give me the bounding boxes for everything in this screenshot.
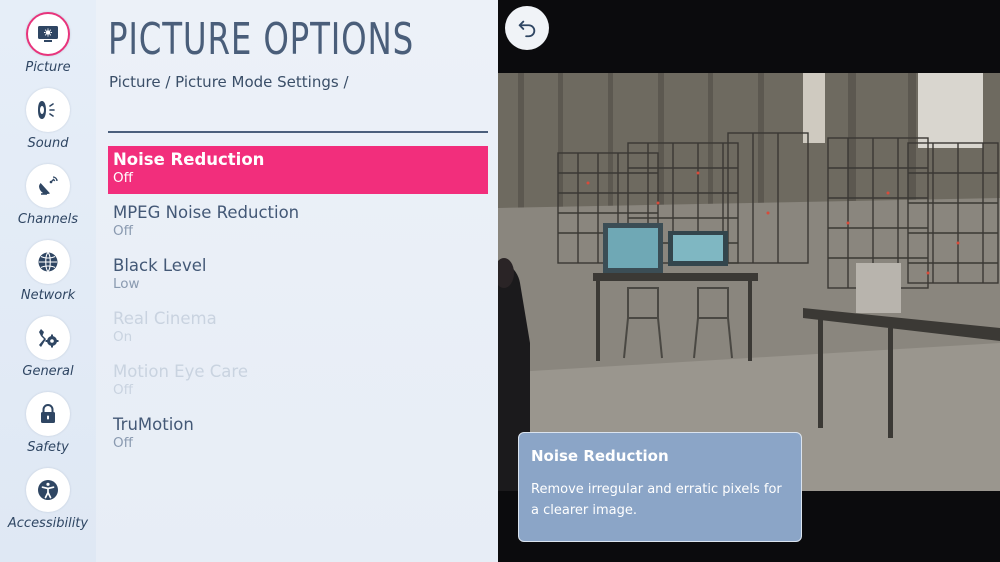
- nav-item-accessibility[interactable]: Accessibility: [0, 468, 96, 531]
- lock-icon: [26, 392, 70, 436]
- option-label: MPEG Noise Reduction: [113, 203, 300, 222]
- settings-nav: Picture Sound Channels Network General S…: [0, 0, 96, 562]
- nav-item-picture[interactable]: Picture: [0, 12, 96, 75]
- accessibility-icon: [26, 468, 70, 512]
- option-value: Off: [113, 223, 133, 239]
- option-label: TruMotion: [113, 415, 194, 434]
- tooltip-body: Remove irregular and erratic pixels for …: [531, 482, 782, 518]
- nav-label-sound: Sound: [27, 136, 69, 151]
- page-title: PICTURE OPTIONS: [108, 14, 415, 65]
- option-value: On: [113, 329, 133, 345]
- option-label: Noise Reduction: [113, 150, 265, 169]
- preview-image: [498, 73, 1000, 491]
- preview-area: Noise Reduction Remove irregular and err…: [498, 0, 1000, 562]
- option-real-cinema: Real Cinema On: [108, 305, 488, 353]
- nav-label-network: Network: [20, 288, 76, 303]
- option-value: Off: [113, 170, 133, 186]
- nav-label-channels: Channels: [17, 212, 79, 227]
- breadcrumb: Picture / Picture Mode Settings /: [109, 73, 349, 91]
- option-trumotion[interactable]: TruMotion Off: [108, 411, 488, 459]
- nav-label-safety: Safety: [27, 440, 69, 455]
- nav-label-general: General: [22, 364, 74, 379]
- picture-options-panel: PICTURE OPTIONS Picture / Picture Mode S…: [96, 0, 498, 562]
- option-value: Off: [113, 435, 133, 451]
- tooltip-title: Noise Reduction: [531, 447, 669, 465]
- option-noise-reduction[interactable]: Noise Reduction Off: [108, 146, 488, 194]
- network-icon: [26, 240, 70, 284]
- back-arrow-icon: [516, 17, 538, 39]
- general-icon: [26, 316, 70, 360]
- nav-item-safety[interactable]: Safety: [0, 392, 96, 455]
- option-value: Low: [113, 276, 140, 292]
- nav-item-general[interactable]: General: [0, 316, 96, 379]
- option-mpeg-noise-reduction[interactable]: MPEG Noise Reduction Off: [108, 199, 488, 247]
- sound-icon: [26, 88, 70, 132]
- option-label: Motion Eye Care: [113, 362, 248, 381]
- channels-icon: [26, 164, 70, 208]
- option-black-level[interactable]: Black Level Low: [108, 252, 488, 300]
- picture-icon: [26, 12, 70, 56]
- divider: [108, 131, 488, 133]
- nav-item-sound[interactable]: Sound: [0, 88, 96, 151]
- nav-label-accessibility: Accessibility: [7, 516, 89, 531]
- help-tooltip: Noise Reduction Remove irregular and err…: [518, 432, 802, 542]
- option-value: Off: [113, 382, 133, 398]
- back-button[interactable]: [505, 6, 549, 50]
- option-label: Black Level: [113, 256, 207, 275]
- nav-label-picture: Picture: [25, 60, 71, 75]
- option-motion-eye-care: Motion Eye Care Off: [108, 358, 488, 406]
- option-label: Real Cinema: [113, 309, 217, 328]
- nav-item-channels[interactable]: Channels: [0, 164, 96, 227]
- nav-item-network[interactable]: Network: [0, 240, 96, 303]
